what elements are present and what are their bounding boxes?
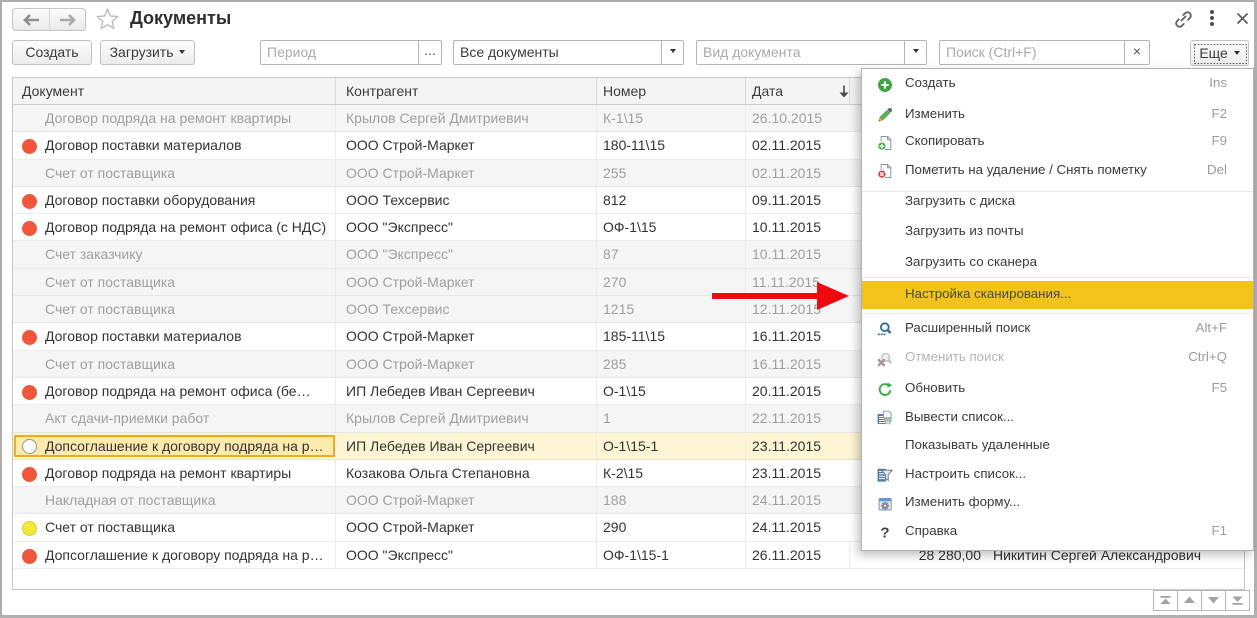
svg-text:?: ? [880, 525, 889, 541]
